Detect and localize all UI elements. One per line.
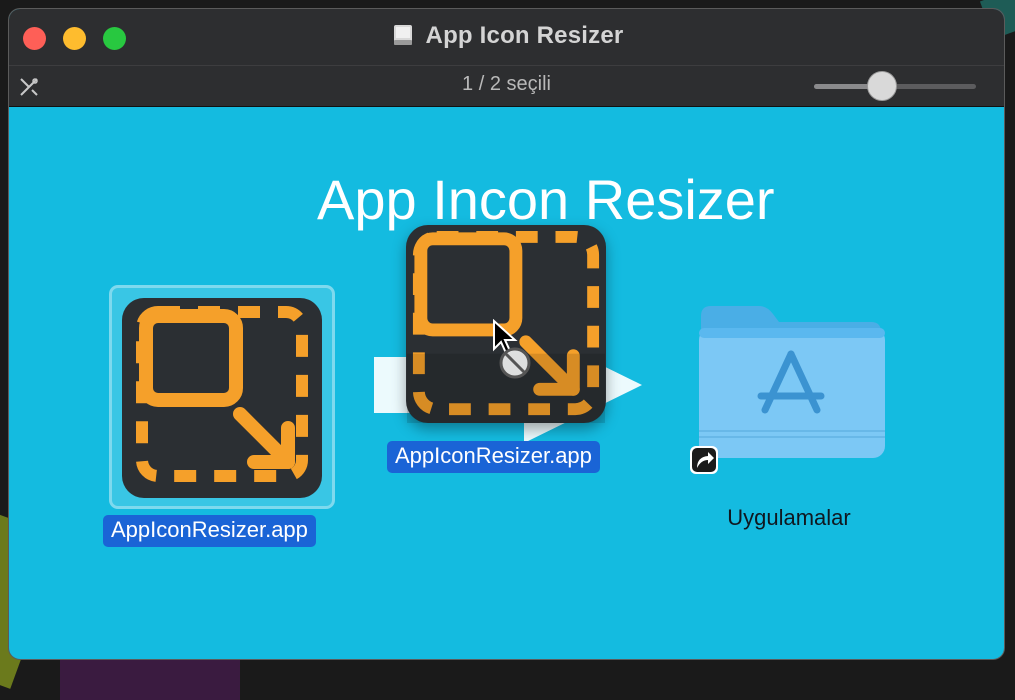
background-heading: App Incon Resizer xyxy=(317,168,775,231)
dragging-app-label: AppIconResizer.app xyxy=(387,441,600,473)
not-allowed-cursor-icon xyxy=(493,319,531,379)
app-label[interactable]: AppIconResizer.app xyxy=(103,515,316,547)
dmg-background: App Incon Resizer AppIconResizer.app App… xyxy=(9,107,1004,659)
toolbar-divider xyxy=(9,65,1004,66)
slider-knob[interactable] xyxy=(867,71,897,101)
alias-arrow-icon xyxy=(690,446,718,474)
icon-size-slider[interactable] xyxy=(814,69,976,101)
applications-folder-icon[interactable] xyxy=(695,302,887,462)
disk-image-icon xyxy=(393,25,412,45)
resize-app-icon xyxy=(136,306,308,482)
dmg-window: App Icon Resizer 1 / 2 seçili App Incon … xyxy=(9,9,1004,659)
app-icon[interactable] xyxy=(122,298,322,498)
window-title: App Icon Resizer xyxy=(9,21,1004,51)
folder-label: Uygulamalar xyxy=(727,505,851,530)
window-title-text: App Icon Resizer xyxy=(425,22,624,49)
title-bar: App Icon Resizer 1 / 2 seçili xyxy=(9,9,1004,107)
